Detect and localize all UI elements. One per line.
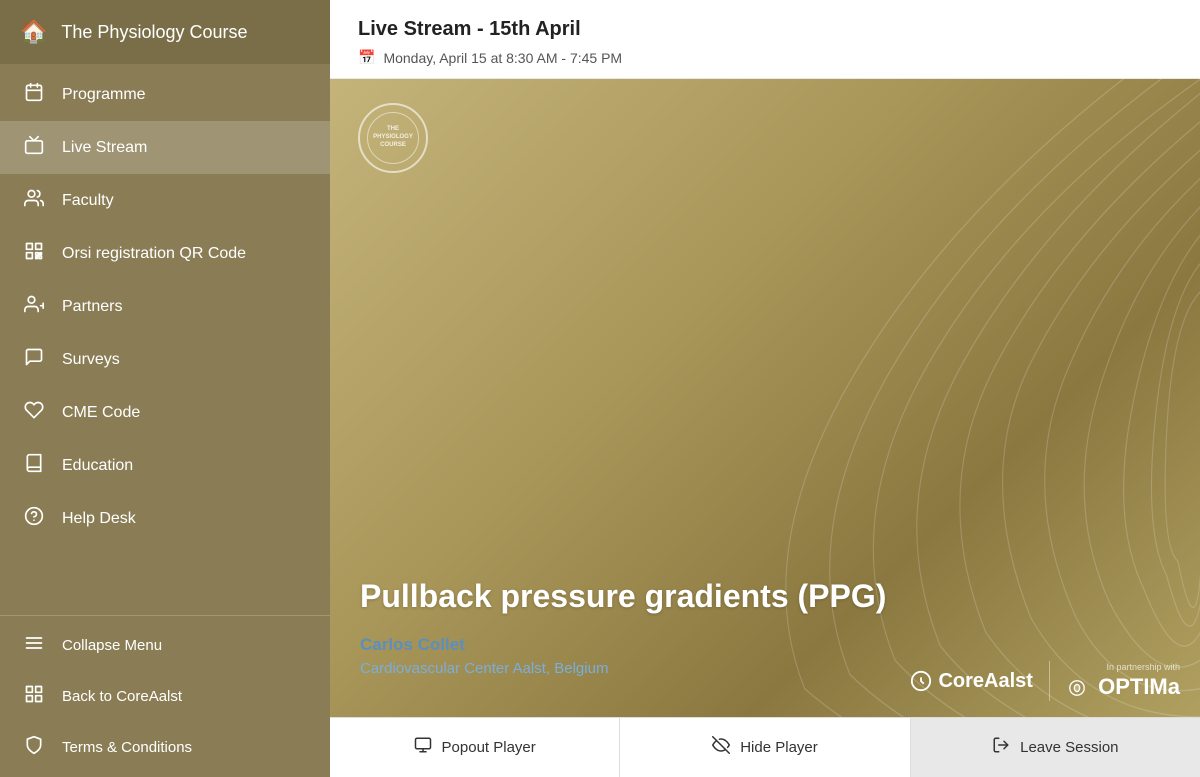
stream-title: Live Stream - 15th April bbox=[358, 18, 1172, 41]
footer-item-label: Collapse Menu bbox=[62, 637, 162, 654]
optima-brand: In partnership with OPTIMa bbox=[1066, 662, 1180, 700]
sidebar-item-label: Orsi registration QR Code bbox=[62, 245, 246, 263]
sidebar-footer: Collapse Menu Back to CoreAalst Terms & … bbox=[0, 615, 330, 777]
sidebar: 🏠 The Physiology Course Programme Live S… bbox=[0, 0, 330, 777]
sidebar-item-label: Education bbox=[62, 457, 133, 475]
hide-label: Hide Player bbox=[740, 739, 818, 756]
leave-icon bbox=[992, 736, 1010, 759]
stream-date: 📅 Monday, April 15 at 8:30 AM - 7:45 PM bbox=[358, 49, 1172, 66]
brand-divider bbox=[1049, 661, 1050, 701]
programme-icon bbox=[22, 82, 46, 107]
video-branding: CoreAalst In partnership with OPTIMa bbox=[910, 661, 1180, 701]
sidebar-item-orsi-qr[interactable]: Orsi registration QR Code bbox=[0, 227, 330, 280]
sidebar-item-live-stream[interactable]: Live Stream bbox=[0, 121, 330, 174]
presentation-title: Pullback pressure gradients (PPG) bbox=[360, 578, 1170, 615]
sidebar-nav: Programme Live Stream Faculty Orsi regis… bbox=[0, 64, 330, 615]
help-icon bbox=[22, 506, 46, 531]
sidebar-header[interactable]: 🏠 The Physiology Course bbox=[0, 0, 330, 64]
sidebar-item-cme-code[interactable]: CME Code bbox=[0, 386, 330, 439]
coreaalst-logo-icon bbox=[910, 670, 932, 692]
sidebar-item-help-desk[interactable]: Help Desk bbox=[0, 492, 330, 545]
leave-session-button[interactable]: Leave Session bbox=[911, 718, 1200, 777]
grid-icon bbox=[22, 684, 46, 709]
leave-label: Leave Session bbox=[1020, 739, 1118, 756]
sidebar-item-surveys[interactable]: Surveys bbox=[0, 333, 330, 386]
education-icon bbox=[22, 453, 46, 478]
sidebar-item-label: Live Stream bbox=[62, 139, 147, 157]
popout-label: Popout Player bbox=[442, 739, 536, 756]
sidebar-item-label: Partners bbox=[62, 298, 122, 316]
surveys-icon bbox=[22, 347, 46, 372]
faculty-icon bbox=[22, 188, 46, 213]
calendar-icon: 📅 bbox=[358, 49, 375, 66]
main-content: Live Stream - 15th April 📅 Monday, April… bbox=[330, 0, 1200, 777]
live-stream-icon bbox=[22, 135, 46, 160]
optima-logo-icon bbox=[1066, 679, 1088, 697]
logo-circle: THEPHYSIOLOGYCOURSE bbox=[358, 103, 428, 173]
sidebar-item-label: Faculty bbox=[62, 192, 114, 210]
partners-icon bbox=[22, 294, 46, 319]
optima-label: OPTIMa bbox=[1066, 674, 1180, 700]
sidebar-item-education[interactable]: Education bbox=[0, 439, 330, 492]
sidebar-item-label: Surveys bbox=[62, 351, 120, 369]
collapse-menu-button[interactable]: Collapse Menu bbox=[0, 620, 330, 671]
sidebar-title: The Physiology Course bbox=[61, 22, 247, 43]
stream-date-text: Monday, April 15 at 8:30 AM - 7:45 PM bbox=[383, 50, 622, 66]
sidebar-item-partners[interactable]: Partners bbox=[0, 280, 330, 333]
shield-icon bbox=[22, 735, 46, 760]
sidebar-item-programme[interactable]: Programme bbox=[0, 68, 330, 121]
sidebar-item-label: Help Desk bbox=[62, 510, 136, 528]
coreaalst-label: CoreAalst bbox=[938, 670, 1032, 693]
hide-player-button[interactable]: Hide Player bbox=[620, 718, 910, 777]
partnership-label: In partnership with bbox=[1066, 662, 1180, 672]
terms-conditions-button[interactable]: Terms & Conditions bbox=[0, 722, 330, 773]
popout-icon bbox=[414, 736, 432, 759]
qr-icon bbox=[22, 241, 46, 266]
video-player: THEPHYSIOLOGYCOURSE Pullback pressure gr… bbox=[330, 79, 1200, 717]
logo-text: THEPHYSIOLOGYCOURSE bbox=[373, 126, 413, 149]
coreaalst-brand: CoreAalst bbox=[910, 670, 1032, 693]
logo-inner: THEPHYSIOLOGYCOURSE bbox=[367, 112, 419, 164]
footer-item-label: Terms & Conditions bbox=[62, 739, 192, 756]
presenter-name: Carlos Collet bbox=[360, 635, 1170, 655]
popout-player-button[interactable]: Popout Player bbox=[330, 718, 620, 777]
cme-icon bbox=[22, 400, 46, 425]
footer-item-label: Back to CoreAalst bbox=[62, 688, 182, 705]
collapse-icon bbox=[22, 633, 46, 658]
sidebar-item-label: CME Code bbox=[62, 404, 140, 422]
sidebar-item-label: Programme bbox=[62, 86, 146, 104]
sidebar-item-faculty[interactable]: Faculty bbox=[0, 174, 330, 227]
player-controls: Popout Player Hide Player Leave Session bbox=[330, 717, 1200, 777]
stream-header: Live Stream - 15th April 📅 Monday, April… bbox=[330, 0, 1200, 79]
home-icon: 🏠 bbox=[20, 19, 47, 45]
back-to-coreaalst-button[interactable]: Back to CoreAalst bbox=[0, 671, 330, 722]
hide-icon bbox=[712, 736, 730, 759]
